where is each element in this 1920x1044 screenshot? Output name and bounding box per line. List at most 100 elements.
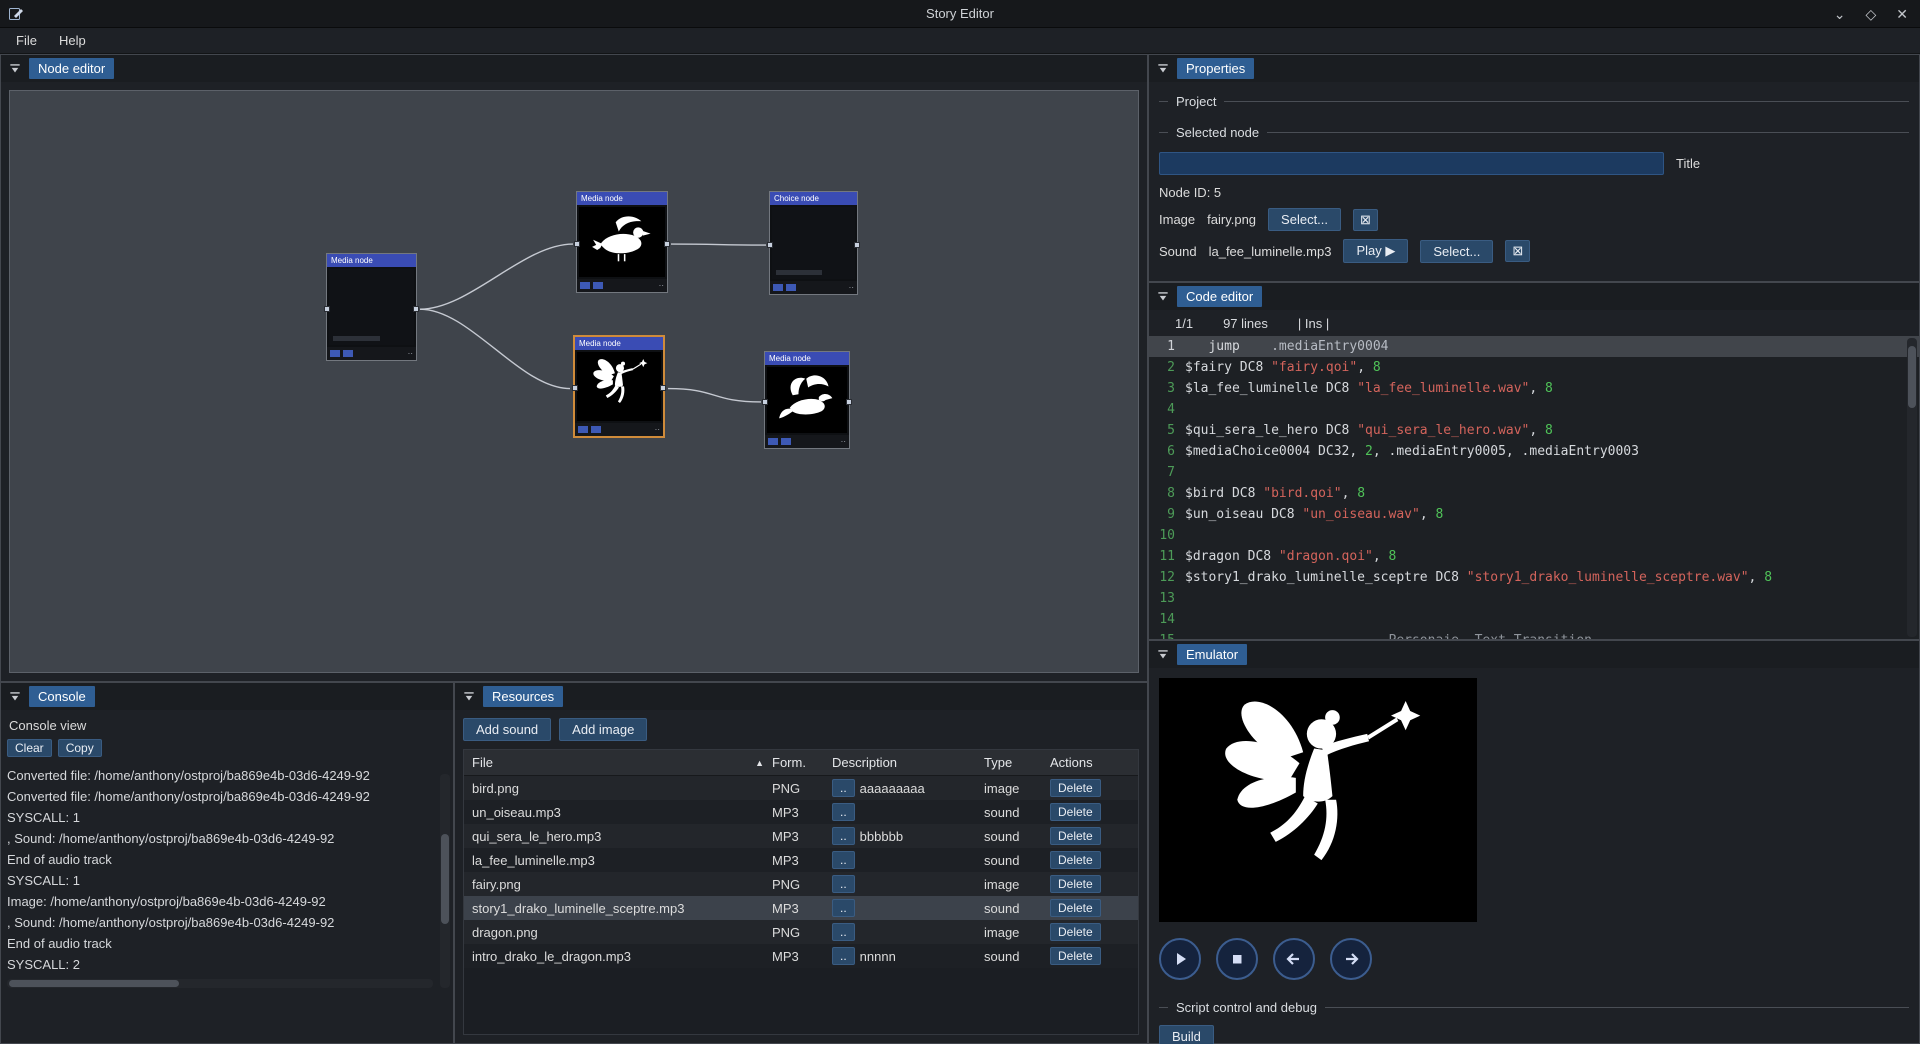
input-port[interactable] xyxy=(324,306,330,312)
restore-icon[interactable]: ◇ xyxy=(1865,7,1876,21)
graph-node-dragon[interactable]: Media node·· xyxy=(764,351,850,449)
header-actions[interactable]: Actions xyxy=(1050,755,1130,770)
cell-file: dragon.png xyxy=(464,925,772,940)
title-input[interactable] xyxy=(1159,152,1664,175)
graph-node-bird[interactable]: Media node·· xyxy=(576,191,668,293)
panel-title-properties[interactable]: Properties xyxy=(1177,58,1254,79)
table-row[interactable]: la_fee_luminelle.mp3MP3..soundDelete xyxy=(464,848,1138,872)
edge xyxy=(668,389,761,402)
copy-button[interactable]: Copy xyxy=(58,739,102,757)
line-number: 3 xyxy=(1149,378,1185,399)
image-clear-button[interactable]: ⊠ xyxy=(1353,209,1378,231)
collapse-icon[interactable] xyxy=(462,690,476,704)
edit-description-button[interactable]: .. xyxy=(832,803,855,821)
menu-file[interactable]: File xyxy=(6,30,47,51)
panel-title-emulator[interactable]: Emulator xyxy=(1177,644,1247,665)
collapse-icon[interactable] xyxy=(8,690,22,704)
sound-select-button[interactable]: Select... xyxy=(1420,240,1493,263)
clear-button[interactable]: Clear xyxy=(7,739,52,757)
cell-type: image xyxy=(984,925,1050,940)
header-file[interactable]: File ▲ xyxy=(464,755,772,770)
table-row[interactable]: dragon.pngPNG..imageDelete xyxy=(464,920,1138,944)
play-icon: ▶ xyxy=(1385,243,1395,258)
collapse-icon[interactable] xyxy=(1156,648,1170,662)
sound-clear-button[interactable]: ⊠ xyxy=(1505,240,1530,262)
edit-description-button[interactable]: .. xyxy=(832,875,855,893)
line-number: 12 xyxy=(1149,567,1185,588)
table-row[interactable]: fairy.pngPNG..imageDelete xyxy=(464,872,1138,896)
edit-description-button[interactable]: .. xyxy=(832,851,855,869)
input-port[interactable] xyxy=(574,241,580,247)
node-canvas[interactable]: Media node·· Media node·· Choice node·· Med… xyxy=(9,90,1139,673)
stop-button[interactable] xyxy=(1216,938,1258,980)
cell-format: MP3 xyxy=(772,853,832,868)
input-port[interactable] xyxy=(767,242,773,248)
graph-node-fairy[interactable]: Media node·· xyxy=(573,335,665,438)
add-image-button[interactable]: Add image xyxy=(559,718,647,741)
delete-button[interactable]: Delete xyxy=(1050,899,1101,917)
delete-button[interactable]: Delete xyxy=(1050,779,1101,797)
add-sound-button[interactable]: Add sound xyxy=(463,718,551,741)
console-panel: Console Console view Clear Copy Converte… xyxy=(0,682,454,1044)
close-icon[interactable]: ✕ xyxy=(1896,7,1908,21)
table-row[interactable]: intro_drako_le_dragon.mp3MP3..nnnnnsound… xyxy=(464,944,1138,968)
graph-node-start[interactable]: Media node·· xyxy=(326,253,417,361)
edit-description-button[interactable]: .. xyxy=(832,923,855,941)
panel-title-resources[interactable]: Resources xyxy=(483,686,563,707)
output-port[interactable] xyxy=(854,242,860,248)
header-description[interactable]: Description xyxy=(832,755,984,770)
step-forward-button[interactable] xyxy=(1330,938,1372,980)
cell-format: MP3 xyxy=(772,829,832,844)
input-port[interactable] xyxy=(762,399,768,405)
delete-button[interactable]: Delete xyxy=(1050,923,1101,941)
delete-button[interactable]: Delete xyxy=(1050,803,1101,821)
node-controls: ·· xyxy=(327,347,416,360)
build-button[interactable]: Build xyxy=(1159,1025,1214,1044)
header-type[interactable]: Type xyxy=(984,755,1050,770)
edit-description-button[interactable]: .. xyxy=(832,947,855,965)
play-button[interactable] xyxy=(1159,938,1201,980)
collapse-icon[interactable] xyxy=(1156,290,1170,304)
table-row[interactable]: bird.pngPNG..aaaaaaaaaimageDelete xyxy=(464,776,1138,800)
line-number: 6 xyxy=(1149,441,1185,462)
delete-button[interactable]: Delete xyxy=(1050,875,1101,893)
graph-node-choice[interactable]: Choice node·· xyxy=(769,191,858,295)
code-area[interactable]: 1 jump .mediaEntry00042$fairy DC8 "fairy… xyxy=(1149,336,1919,639)
input-port[interactable] xyxy=(572,385,578,391)
log-line: , Sound: /home/anthony/ostproj/ba869e4b-… xyxy=(7,912,433,933)
collapse-icon[interactable] xyxy=(8,62,22,76)
table-row[interactable]: qui_sera_le_hero.mp3MP3..bbbbbbsoundDele… xyxy=(464,824,1138,848)
cell-type: sound xyxy=(984,949,1050,964)
script-debug-group-label: Script control and debug xyxy=(1176,1000,1317,1015)
minimize-icon[interactable]: ⌄ xyxy=(1834,7,1846,21)
code-vscrollbar[interactable] xyxy=(1907,338,1917,637)
line-number: 14 xyxy=(1149,609,1185,630)
step-back-button[interactable] xyxy=(1273,938,1315,980)
menu-help[interactable]: Help xyxy=(49,30,96,51)
panel-title-node-editor[interactable]: Node editor xyxy=(29,58,114,79)
panel-title-console[interactable]: Console xyxy=(29,686,95,707)
emulator-panel: Emulator xyxy=(1148,640,1920,1044)
panel-title-code-editor[interactable]: Code editor xyxy=(1177,286,1262,307)
image-select-button[interactable]: Select... xyxy=(1268,208,1341,231)
header-format[interactable]: Form. xyxy=(772,755,832,770)
console-log[interactable]: Converted file: /home/anthony/ostproj/ba… xyxy=(7,765,433,979)
output-port[interactable] xyxy=(664,241,670,247)
edit-description-button[interactable]: .. xyxy=(832,827,855,845)
delete-button[interactable]: Delete xyxy=(1050,947,1101,965)
output-port[interactable] xyxy=(846,399,852,405)
console-hscrollbar[interactable] xyxy=(7,979,433,988)
delete-button[interactable]: Delete xyxy=(1050,851,1101,869)
edit-description-button[interactable]: .. xyxy=(832,899,855,917)
output-port[interactable] xyxy=(413,306,419,312)
table-row[interactable]: story1_drako_luminelle_sceptre.mp3MP3..s… xyxy=(464,896,1138,920)
collapse-icon[interactable] xyxy=(1156,62,1170,76)
line-number: 9 xyxy=(1149,504,1185,525)
delete-button[interactable]: Delete xyxy=(1050,827,1101,845)
console-vscrollbar[interactable] xyxy=(440,774,450,988)
output-port[interactable] xyxy=(660,385,666,391)
edit-description-button[interactable]: .. xyxy=(832,779,855,797)
node-controls: ·· xyxy=(765,435,849,448)
sound-play-button[interactable]: Play ▶ xyxy=(1343,239,1408,263)
table-row[interactable]: un_oiseau.mp3MP3..soundDelete xyxy=(464,800,1138,824)
